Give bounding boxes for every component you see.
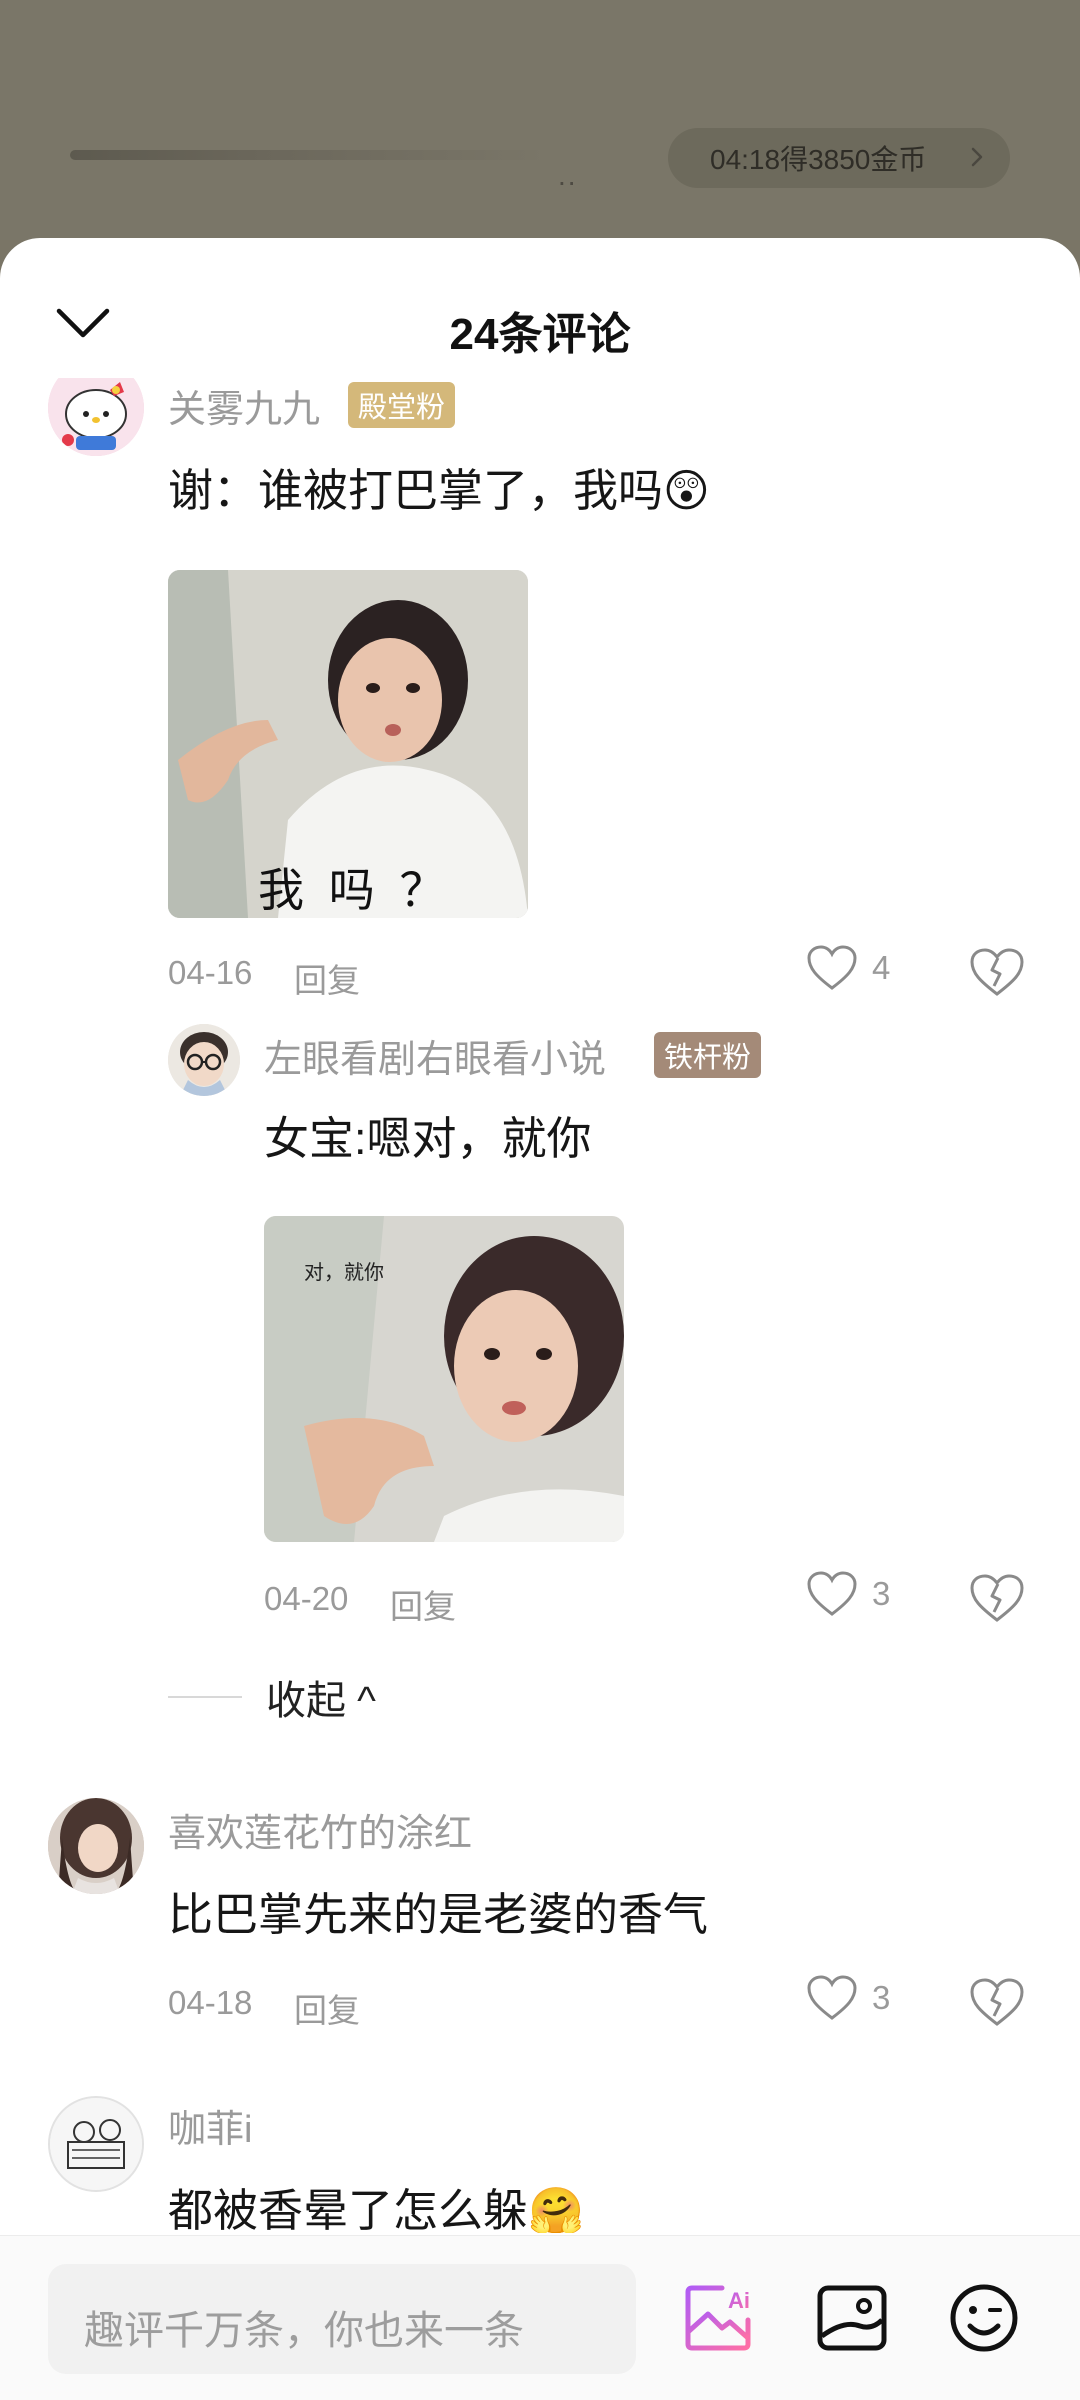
fan-badge: 殿堂粉 (348, 382, 456, 428)
avatar[interactable] (48, 378, 144, 456)
coin-reward-pill[interactable]: 04:18得3850金币 (668, 128, 1010, 188)
like-count: 3 (872, 1979, 891, 2016)
dislike-broken-heart-icon[interactable] (968, 1976, 1026, 2028)
video-progress-bar[interactable] (70, 150, 550, 160)
heart-icon (807, 1975, 857, 2020)
reply-username[interactable]: 左眼看剧右眼看小说 (264, 1028, 606, 1083)
dislike-broken-heart-icon[interactable] (968, 1572, 1026, 1624)
like-count: 4 (872, 949, 891, 986)
like-count: 3 (872, 1575, 891, 1612)
comment-input[interactable]: 趣评千万条，你也来一条 (48, 2264, 636, 2374)
reply-button[interactable]: 回复 (294, 954, 360, 1002)
input-placeholder: 趣评千万条，你也来一条 (84, 2309, 524, 2353)
reply-meme-image[interactable]: 对，就你 (264, 1216, 624, 1542)
emoji-icon[interactable] (946, 2280, 1022, 2356)
comment-text[interactable]: 比巴掌先来的是老婆的香气 (168, 1878, 708, 1943)
comment-date: 04-16 (168, 954, 253, 991)
progress-dots: .. (558, 160, 578, 191)
meme-caption: 对，就你 (304, 1262, 384, 1284)
reply-date: 04-20 (264, 1580, 349, 1617)
heart-icon (807, 945, 857, 990)
image-icon[interactable] (814, 2280, 890, 2356)
comment-date: 04-18 (168, 1984, 253, 2021)
comment-username[interactable]: 关雾九九 (168, 378, 320, 433)
comment-list[interactable]: 关雾九九 殿堂粉 谢：谁被打巴掌了，我吗😲 我 吗 ？ 04-16 回复 4 左… (0, 378, 1080, 2233)
fan-badge: 铁杆粉 (654, 1032, 762, 1078)
svg-text:Ai: Ai (728, 2288, 750, 2313)
coin-reward-text: 04:18得3850金币 (710, 144, 927, 175)
collapse-replies-button[interactable]: 收起 ^ (168, 1668, 376, 1726)
video-background (0, 0, 1080, 240)
comment-username[interactable]: 咖菲i (168, 2098, 252, 2153)
comment-input-bar: 趣评千万条，你也来一条 Ai (0, 2235, 1080, 2400)
divider (168, 1696, 242, 1698)
reply-button[interactable]: 回复 (390, 1580, 456, 1628)
comment-text[interactable]: 谢：谁被打巴掌了，我吗😲 (168, 454, 710, 519)
comment-meme-image[interactable]: 我 吗 ？ (168, 570, 528, 918)
avatar[interactable] (48, 2096, 144, 2192)
comment-username[interactable]: 喜欢莲花竹的涂红 (168, 1802, 472, 1857)
comment-count-title: 24条评论 (449, 310, 631, 359)
like-button[interactable]: 4 (806, 944, 890, 992)
collapse-label: 收起 ^ (266, 1679, 376, 1723)
avatar[interactable] (48, 1798, 144, 1894)
chevron-right-icon (971, 147, 983, 167)
heart-icon (807, 1571, 857, 1616)
like-button[interactable]: 3 (806, 1974, 890, 2022)
avatar[interactable] (168, 1024, 240, 1096)
reply-text[interactable]: 女宝:嗯对，就你 (264, 1102, 592, 1167)
ai-draw-icon[interactable]: Ai (682, 2280, 758, 2356)
reply-button[interactable]: 回复 (294, 1984, 360, 2032)
comment-sheet: 24条评论 关雾九九 殿堂粉 谢：谁被打巴掌了，我吗😲 我 吗 ？ 04-16 … (0, 238, 1080, 2400)
dislike-broken-heart-icon[interactable] (968, 946, 1026, 998)
like-button[interactable]: 3 (806, 1570, 890, 1618)
sheet-header: 24条评论 (0, 238, 1080, 378)
comment-text[interactable]: 都被香晕了怎么躲🤗 (168, 2174, 584, 2233)
meme-caption: 我 吗 ？ (258, 864, 452, 916)
